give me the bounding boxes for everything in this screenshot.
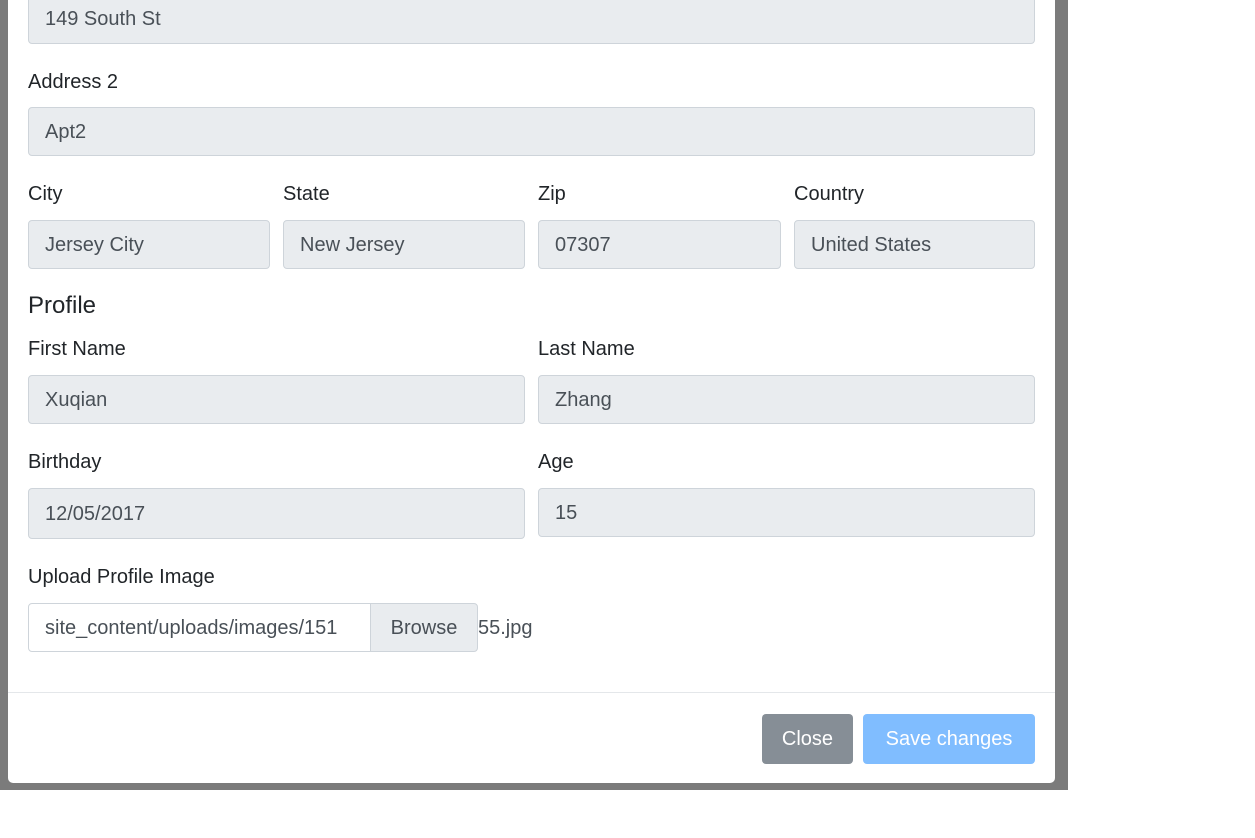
country-label: Country (794, 183, 865, 205)
close-button[interactable]: Close (762, 714, 853, 764)
browse-label: Browse (390, 616, 458, 639)
birthday-value: 12/05/2017 (45, 502, 146, 525)
state-field[interactable]: New Jersey (283, 220, 525, 269)
zip-value: 07307 (555, 233, 611, 256)
save-label: Save changes (885, 728, 1013, 750)
city-field[interactable]: Jersey City (28, 220, 270, 269)
age-field[interactable]: 15 (538, 488, 1035, 537)
country-field[interactable]: United States (794, 220, 1035, 269)
first-name-value: Xuqian (45, 388, 108, 411)
state-value: New Jersey (300, 233, 405, 256)
zip-label: Zip (538, 183, 566, 205)
first-name-field[interactable]: Xuqian (28, 375, 525, 424)
age-value: 15 (555, 501, 578, 524)
address2-label: Address 2 (28, 71, 119, 93)
city-value: Jersey City (45, 233, 144, 256)
first-name-label: First Name (28, 338, 126, 360)
file-path-overflow: 55.jpg (478, 617, 533, 639)
browse-button[interactable]: Browse (370, 603, 478, 652)
last-name-value: Zhang (555, 388, 612, 411)
state-label: State (283, 183, 330, 205)
address2-value: Apt2 (45, 120, 87, 143)
address1-value: 149 South St (45, 8, 161, 30)
close-label: Close (781, 728, 834, 750)
edit-profile-modal: 149 South St Address 2 Apt2 City Jersey … (8, 0, 1055, 783)
file-path-value: site_content/uploads/images/151 (45, 616, 338, 639)
upload-label: Upload Profile Image (28, 566, 215, 588)
file-path-input[interactable]: site_content/uploads/images/151 (28, 603, 371, 652)
city-label: City (28, 183, 63, 205)
country-value: United States (811, 233, 932, 256)
save-changes-button[interactable]: Save changes (863, 714, 1035, 764)
address1-field[interactable]: 149 South St (28, 0, 1035, 44)
birthday-field[interactable]: 12/05/2017 (28, 488, 525, 539)
footer-divider (8, 692, 1055, 693)
profile-heading: Profile (28, 292, 97, 319)
age-label: Age (538, 451, 574, 473)
last-name-field[interactable]: Zhang (538, 375, 1035, 424)
zip-field[interactable]: 07307 (538, 220, 781, 269)
birthday-label: Birthday (28, 451, 102, 473)
address2-field[interactable]: Apt2 (28, 107, 1035, 156)
last-name-label: Last Name (538, 338, 635, 360)
